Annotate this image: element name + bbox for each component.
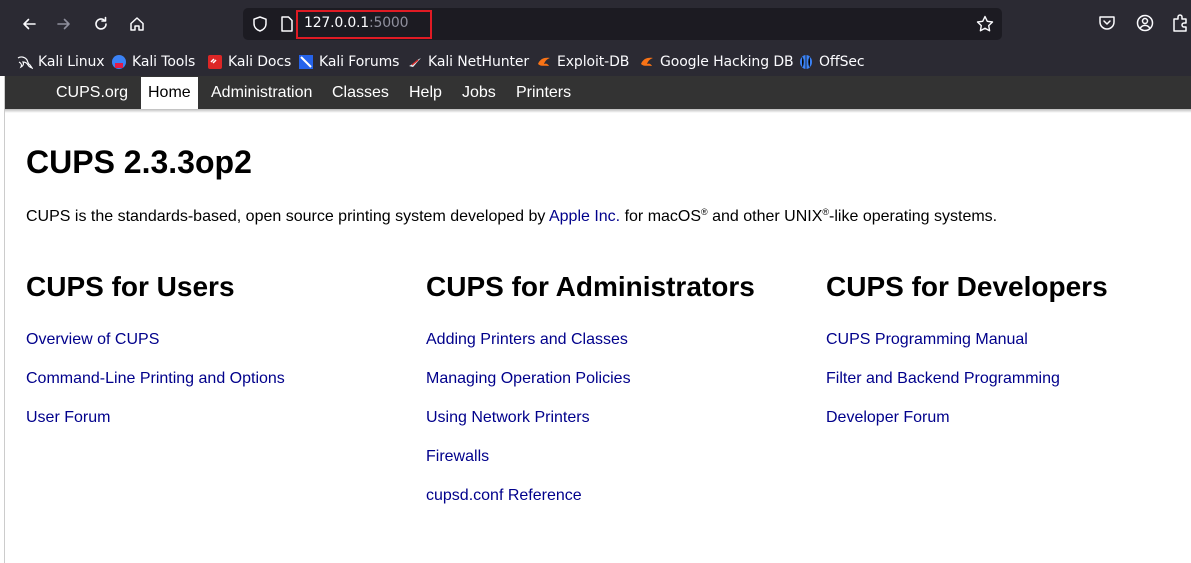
bookmark-exploit-db[interactable]: Exploit-DB [536,51,629,73]
reload-button[interactable] [87,10,115,38]
link-overview-of-cups[interactable]: Overview of CUPS [26,331,159,349]
kali-tools-icon [112,55,126,69]
link-user-forum[interactable]: User Forum [26,409,110,427]
developers-heading: CUPS for Developers [826,271,1108,302]
cups-navbar: CUPS.org Home Administration Classes Hel… [5,76,1191,109]
link-programming-manual[interactable]: CUPS Programming Manual [826,331,1028,349]
link-developer-forum[interactable]: Developer Forum [826,409,950,427]
google-hacking-db-icon [641,57,653,66]
bookmark-label: Kali NetHunter [428,54,530,70]
shield-icon[interactable] [251,15,269,33]
nav-help[interactable]: Help [402,77,449,109]
bookmark-label: Kali Docs [228,54,292,70]
apple-link[interactable]: Apple Inc. [549,208,620,225]
link-command-line-printing[interactable]: Command-Line Printing and Options [26,370,285,388]
link-adding-printers[interactable]: Adding Printers and Classes [426,331,628,349]
nav-cups-org[interactable]: CUPS.org [49,77,135,109]
kali-docs-icon [208,55,222,69]
link-network-printers[interactable]: Using Network Printers [426,409,590,427]
bookmark-star-icon[interactable] [975,14,995,34]
offsec-icon [800,55,812,69]
browser-toolbar: 127.0.0.1:5000 [0,0,1191,48]
forward-button[interactable] [50,10,78,38]
link-firewalls[interactable]: Firewalls [426,448,489,466]
bookmark-kali-forums[interactable]: Kali Forums [298,51,399,73]
kali-dragon-icon [17,56,33,70]
page-title: CUPS 2.3.3op2 [26,144,252,180]
bookmark-kali-tools[interactable]: Kali Tools [111,51,195,73]
navbar-shadow [5,109,1191,113]
url-highlight-box [296,10,432,39]
intro-text: -like operating systems. [829,208,998,225]
cups-page: CUPS.org Home Administration Classes Hel… [4,76,1191,563]
intro-text: and other UNIX [707,208,823,225]
bookmarks-bar: Kali Linux Kali Tools Kali Docs Kali For… [0,48,1191,76]
home-icon [130,17,144,31]
bookmark-label: OffSec [819,54,865,70]
home-button[interactable] [123,10,151,38]
link-cupsd-conf[interactable]: cupsd.conf Reference [426,487,582,505]
link-operation-policies[interactable]: Managing Operation Policies [426,370,631,388]
bookmark-label: Kali Linux [38,54,105,70]
bookmark-kali-linux[interactable]: Kali Linux [17,51,105,73]
exploit-db-icon [538,57,550,66]
users-heading: CUPS for Users [26,271,235,302]
intro-text: CUPS is the standards-based, open source… [26,208,549,225]
bookmark-label: Google Hacking DB [660,54,794,70]
intro-text: for macOS [620,208,702,225]
kali-forums-icon [299,55,313,69]
extensions-icon[interactable] [1170,13,1190,33]
bookmark-label: Exploit-DB [557,54,630,70]
reload-icon [95,16,107,30]
page-icon[interactable] [278,15,296,33]
arrow-right-icon [57,18,70,30]
link-filter-backend[interactable]: Filter and Backend Programming [826,370,1060,388]
nav-jobs[interactable]: Jobs [455,77,503,109]
arrow-left-icon [23,18,36,30]
bookmark-label: Kali Forums [319,54,400,70]
nav-printers[interactable]: Printers [509,77,578,109]
pocket-icon[interactable] [1097,13,1117,33]
bookmark-label: Kali Tools [132,54,196,70]
intro-paragraph: CUPS is the standards-based, open source… [26,207,997,226]
bookmark-google-hacking-db[interactable]: Google Hacking DB [639,51,794,73]
address-bar[interactable]: 127.0.0.1:5000 [243,8,1002,40]
administrators-heading: CUPS for Administrators [426,271,755,302]
nav-administration[interactable]: Administration [204,77,319,109]
nav-home[interactable]: Home [141,77,198,109]
kali-nethunter-icon [409,58,421,67]
nav-classes[interactable]: Classes [325,77,396,109]
bookmark-offsec[interactable]: OffSec [798,51,865,73]
bookmark-kali-nethunter[interactable]: Kali NetHunter [407,51,529,73]
account-icon[interactable] [1135,13,1155,33]
bookmark-kali-docs[interactable]: Kali Docs [207,51,291,73]
registered-mark: ® [701,207,708,217]
back-button[interactable] [15,10,43,38]
